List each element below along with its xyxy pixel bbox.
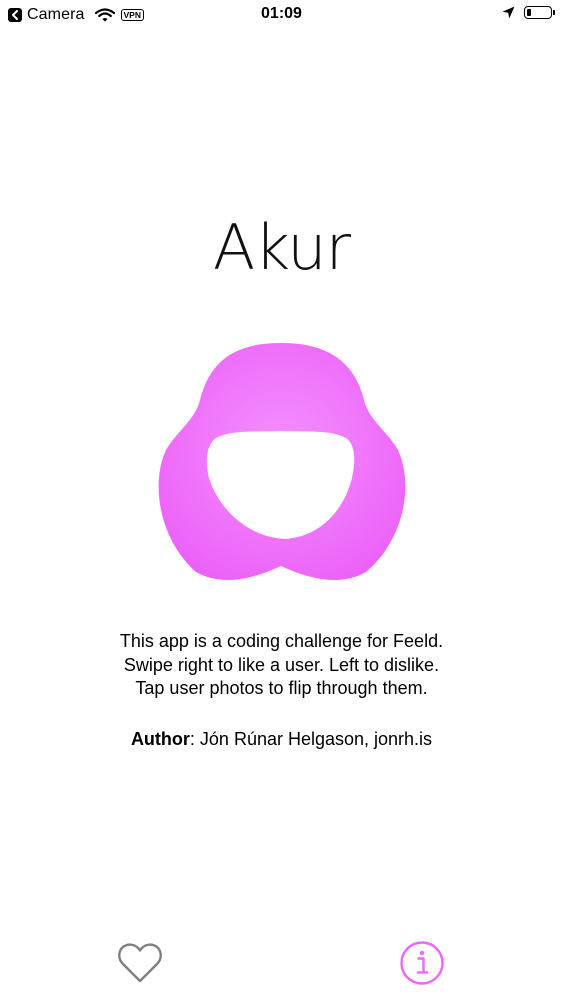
app-logo bbox=[158, 343, 406, 580]
author-credit: Author: Jón Rúnar Helgason, jonrh.is bbox=[0, 729, 563, 750]
author-label: Author bbox=[130, 729, 190, 749]
author-value: : Jón Rúnar Helgason, jonrh.is bbox=[189, 729, 433, 749]
status-bar: Camera VPN 01:09 bbox=[0, 0, 563, 30]
battery-nub bbox=[553, 10, 555, 15]
app-description: This app is a coding challenge for Feeld… bbox=[0, 630, 563, 701]
app-title: Akur bbox=[212, 211, 351, 284]
battery-icon bbox=[524, 6, 552, 19]
heart-outline-icon[interactable] bbox=[117, 942, 163, 984]
status-time: 01:09 bbox=[261, 5, 302, 22]
description-line: This app is a coding challenge for Feeld… bbox=[119, 631, 444, 651]
info-circle-icon[interactable] bbox=[399, 940, 445, 986]
description-line: Swipe right to like a user. Left to disl… bbox=[123, 654, 440, 675]
location-arrow-icon bbox=[502, 6, 515, 19]
battery-level-fill bbox=[527, 9, 531, 16]
description-line: Tap user photos to flip through them. bbox=[135, 678, 428, 698]
